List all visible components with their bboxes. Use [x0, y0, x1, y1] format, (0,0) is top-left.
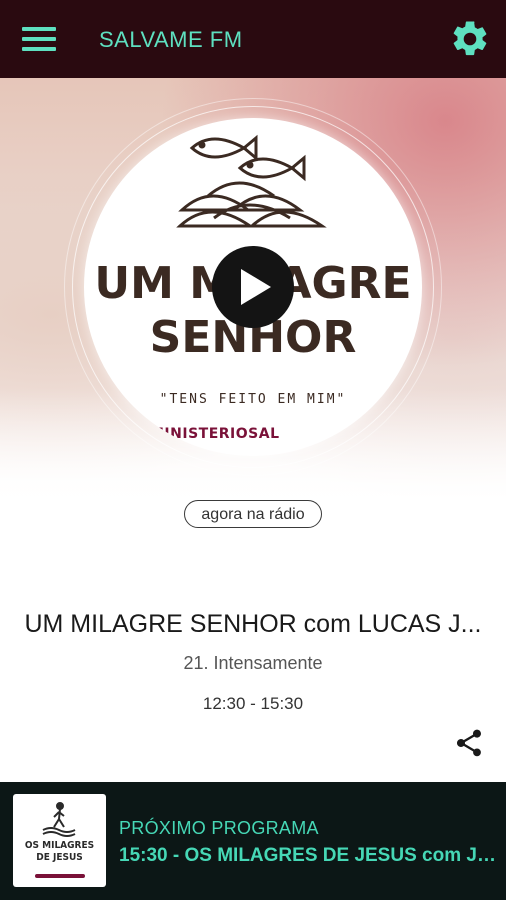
- walking-figure-icon: [42, 802, 76, 837]
- now-on-air-badge: agora na rádio: [184, 500, 322, 528]
- thumb-title-line1: OS MILAGRES: [24, 840, 95, 851]
- play-icon: [241, 269, 271, 305]
- next-program-title[interactable]: 15:30 - OS MILAGRES DE JESUS com JOE...: [119, 845, 499, 867]
- cover-subtitle: "TENS FEITO EM MIM": [159, 392, 347, 407]
- next-program-thumbnail: OS MILAGRES DE JESUS: [13, 794, 106, 887]
- gear-icon[interactable]: [449, 18, 491, 60]
- cover-brand: MINISTERIOSAL: [150, 426, 280, 442]
- thumb-title-line2: DE JESUS: [36, 852, 83, 863]
- play-button[interactable]: [212, 246, 294, 328]
- thumb-brand-bar: [35, 874, 85, 878]
- next-program-label: PRÓXIMO PROGRAMA: [119, 818, 319, 838]
- share-icon[interactable]: [453, 727, 485, 759]
- fish-bread-illustration: [176, 134, 327, 228]
- current-song: 21. Intensamente: [183, 653, 323, 673]
- top-app-bar: SALVAME FM: [0, 0, 506, 78]
- program-title: UM MILAGRE SENHOR com LUCAS J...: [24, 610, 482, 638]
- app-title: SALVAME FM: [99, 27, 243, 52]
- menu-icon[interactable]: [22, 27, 56, 51]
- program-time: 12:30 - 15:30: [202, 694, 304, 713]
